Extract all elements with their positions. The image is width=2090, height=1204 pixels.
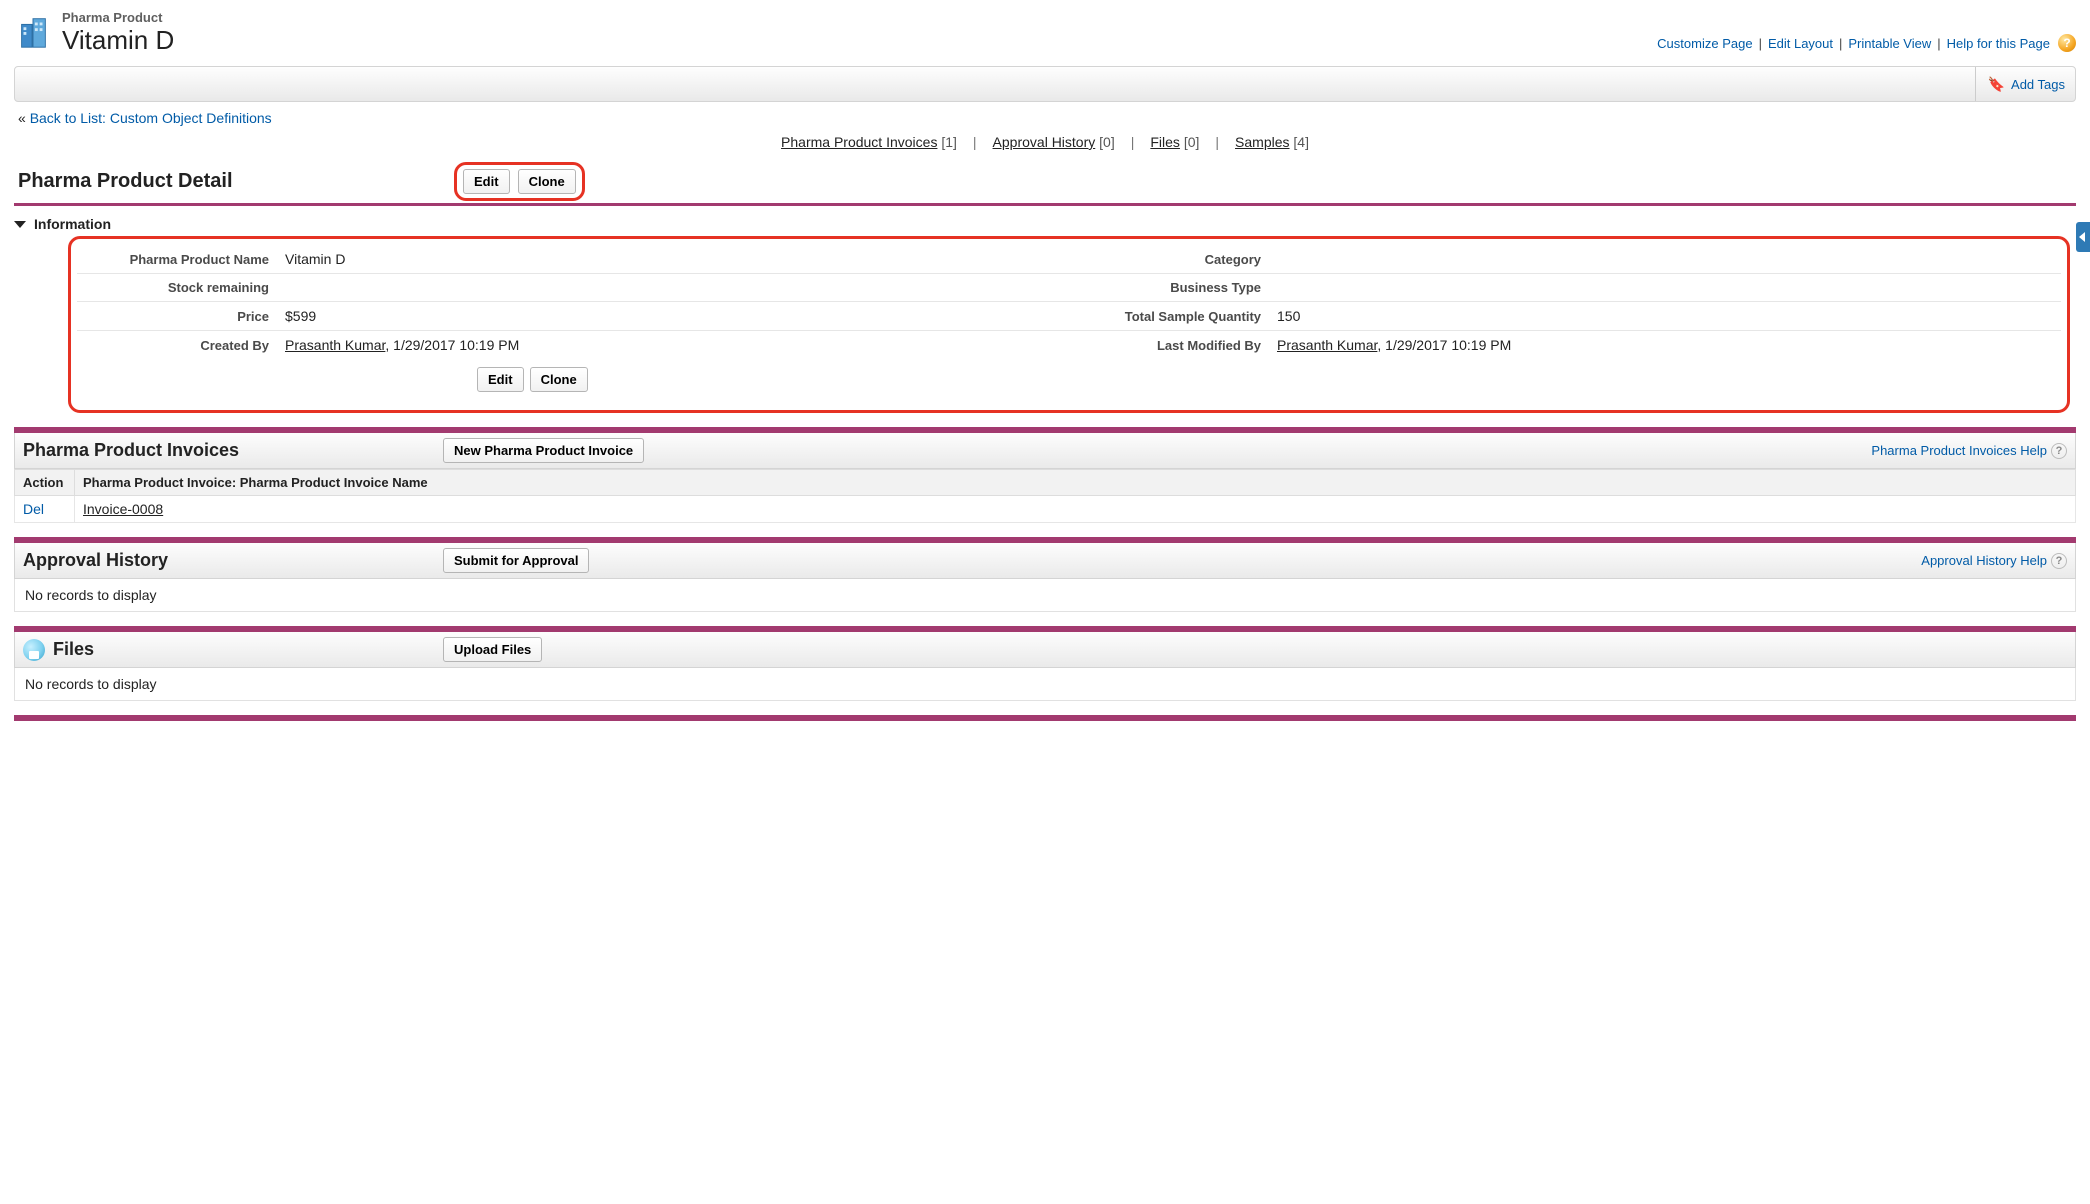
detail-header: Pharma Product Detail Edit Clone xyxy=(14,162,2076,201)
header-left: Pharma Product Vitamin D xyxy=(14,10,174,56)
bottom-rule xyxy=(14,715,2076,721)
approval-title: Approval History xyxy=(23,550,443,571)
submit-for-approval-button[interactable]: Submit for Approval xyxy=(443,548,589,573)
tag-toolbar: 🔖 Add Tags xyxy=(14,66,2076,102)
invoice-name-link[interactable]: Invoice-0008 xyxy=(83,501,163,517)
files-empty-message: No records to display xyxy=(14,668,2076,701)
field-value-business-type xyxy=(1269,274,2061,302)
clone-button-bottom[interactable]: Clone xyxy=(530,367,588,392)
files-title-wrap: Files xyxy=(23,639,443,661)
field-value-total-sample-qty: 150 xyxy=(1269,302,2061,331)
field-label-price: Price xyxy=(77,302,277,331)
field-value-price: $599 xyxy=(277,302,1069,331)
nav-samples-count: [4] xyxy=(1293,134,1309,150)
help-icon-small: ? xyxy=(2051,443,2067,459)
field-value-stock xyxy=(277,274,1069,302)
sidebar-expand-handle[interactable] xyxy=(2076,222,2090,252)
header-titles: Pharma Product Vitamin D xyxy=(62,10,174,56)
edit-button-bottom[interactable]: Edit xyxy=(477,367,524,392)
field-label-category: Category xyxy=(1069,245,1269,274)
approval-band: Approval History Submit for Approval App… xyxy=(14,543,2076,579)
field-value-created-by: Prasanth Kumar, 1/29/2017 10:19 PM xyxy=(277,331,1069,360)
upload-files-button[interactable]: Upload Files xyxy=(443,637,542,662)
new-invoice-button[interactable]: New Pharma Product Invoice xyxy=(443,438,644,463)
approval-help-label: Approval History Help xyxy=(1921,553,2047,568)
nav-files-link[interactable]: Files xyxy=(1150,134,1180,150)
field-label-stock: Stock remaining xyxy=(77,274,277,302)
back-chevron: « xyxy=(18,110,26,126)
invoices-col-action: Action xyxy=(15,470,75,496)
information-block-highlight: Pharma Product Name Vitamin D Category S… xyxy=(68,236,2070,413)
edit-button[interactable]: Edit xyxy=(463,169,510,194)
top-button-highlight: Edit Clone xyxy=(454,162,585,201)
related-list-nav: Pharma Product Invoices [1] | Approval H… xyxy=(14,134,2076,150)
separator: | xyxy=(1837,36,1844,51)
table-row: Del Invoice-0008 xyxy=(15,496,2076,523)
help-icon-small: ? xyxy=(2051,553,2067,569)
header-action-links: Customize Page | Edit Layout | Printable… xyxy=(1657,34,2076,52)
information-label: Information xyxy=(34,216,111,232)
invoice-delete-link[interactable]: Del xyxy=(23,501,44,517)
field-label-created-by: Created By xyxy=(77,331,277,360)
created-by-user-link[interactable]: Prasanth Kumar xyxy=(285,337,385,353)
bottom-button-row: Edit Clone xyxy=(477,367,2061,392)
invoices-table: Action Pharma Product Invoice: Pharma Pr… xyxy=(14,469,2076,523)
modified-by-user-link[interactable]: Prasanth Kumar xyxy=(1277,337,1377,353)
nav-invoices-count: [1] xyxy=(941,134,957,150)
pharma-product-icon xyxy=(14,13,52,54)
nav-invoices-link[interactable]: Pharma Product Invoices xyxy=(781,134,937,150)
separator: | xyxy=(967,134,983,150)
related-approval: Approval History Submit for Approval App… xyxy=(14,537,2076,612)
nav-files-count: [0] xyxy=(1184,134,1200,150)
separator: | xyxy=(1209,134,1225,150)
nav-samples-link[interactable]: Samples xyxy=(1235,134,1289,150)
detail-section-title: Pharma Product Detail xyxy=(14,164,454,199)
detail-field-grid: Pharma Product Name Vitamin D Category S… xyxy=(77,245,2061,359)
object-label: Pharma Product xyxy=(62,10,174,25)
tag-icon: 🔖 xyxy=(1988,76,2005,93)
nav-approval-link[interactable]: Approval History xyxy=(993,134,1096,150)
field-label-modified-by: Last Modified By xyxy=(1069,331,1269,360)
clone-button[interactable]: Clone xyxy=(518,169,576,194)
separator: | xyxy=(1935,36,1942,51)
field-label-total-sample-qty: Total Sample Quantity xyxy=(1069,302,1269,331)
help-page-link[interactable]: Help for this Page xyxy=(1947,36,2050,51)
edit-layout-link[interactable]: Edit Layout xyxy=(1768,36,1833,51)
back-link-row: « Back to List: Custom Object Definition… xyxy=(18,110,2072,126)
separator: | xyxy=(1757,36,1764,51)
related-invoices: Pharma Product Invoices New Pharma Produ… xyxy=(14,427,2076,523)
section-top-rule xyxy=(14,203,2076,206)
files-title: Files xyxy=(53,639,94,660)
nav-approval-count: [0] xyxy=(1099,134,1115,150)
invoices-help-label: Pharma Product Invoices Help xyxy=(1871,443,2047,458)
printable-view-link[interactable]: Printable View xyxy=(1848,36,1931,51)
approval-empty-message: No records to display xyxy=(14,579,2076,612)
approval-help-link[interactable]: Approval History Help ? xyxy=(1921,553,2067,569)
add-tags-label: Add Tags xyxy=(2011,77,2065,92)
separator: | xyxy=(1125,134,1141,150)
invoices-col-name: Pharma Product Invoice: Pharma Product I… xyxy=(75,470,2076,496)
field-value-name: Vitamin D xyxy=(277,245,1069,274)
help-icon[interactable]: ? xyxy=(2058,34,2076,52)
customize-page-link[interactable]: Customize Page xyxy=(1657,36,1752,51)
related-files: Files Upload Files No records to display xyxy=(14,626,2076,701)
files-band: Files Upload Files xyxy=(14,632,2076,668)
created-by-timestamp: , 1/29/2017 10:19 PM xyxy=(385,337,519,353)
field-label-business-type: Business Type xyxy=(1069,274,1269,302)
field-label-name: Pharma Product Name xyxy=(77,245,277,274)
invoices-help-link[interactable]: Pharma Product Invoices Help ? xyxy=(1871,443,2067,459)
page-header: Pharma Product Vitamin D Customize Page … xyxy=(14,10,2076,56)
field-value-modified-by: Prasanth Kumar, 1/29/2017 10:19 PM xyxy=(1269,331,2061,360)
invoices-title: Pharma Product Invoices xyxy=(23,440,443,461)
information-section-header[interactable]: Information xyxy=(14,214,2076,234)
invoices-band: Pharma Product Invoices New Pharma Produ… xyxy=(14,433,2076,469)
record-title: Vitamin D xyxy=(62,25,174,56)
field-value-category xyxy=(1269,245,2061,274)
modified-by-timestamp: , 1/29/2017 10:19 PM xyxy=(1377,337,1511,353)
back-to-list-link[interactable]: Back to List: Custom Object Definitions xyxy=(30,110,272,126)
files-icon xyxy=(23,639,45,661)
add-tags-link[interactable]: 🔖 Add Tags xyxy=(1975,67,2065,101)
